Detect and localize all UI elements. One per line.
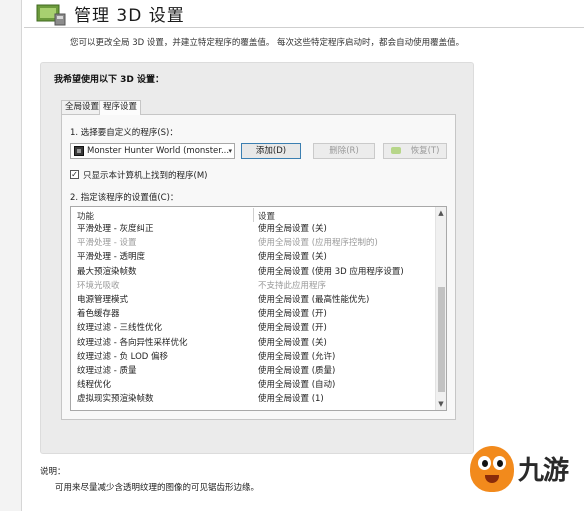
setting-cell[interactable]: 使用全局设置 (关)	[258, 250, 327, 264]
game-icon	[74, 146, 84, 156]
setting-cell[interactable]: 使用全局设置 (开)	[258, 321, 327, 335]
setting-cell[interactable]: 使用全局设置 (1)	[258, 392, 324, 406]
feature-cell: 纹理过滤 - 负 LOD 偏移	[77, 351, 169, 362]
setting-cell[interactable]: 使用全局设置 (质量)	[258, 364, 335, 378]
mascot-icon	[470, 446, 514, 492]
list-item[interactable]: 环境光吸收 不支持此应用程序	[71, 279, 435, 293]
restore-button[interactable]: 恢复(T)	[383, 143, 447, 159]
feature-cell: 线程优化	[77, 380, 112, 391]
setting-cell[interactable]: 使用全局设置 (最高性能优先)	[258, 293, 369, 307]
specify-settings-label: 2. 指定该程序的设置值(C)：	[70, 193, 179, 203]
list-item[interactable]: 最大预渲染帧数 使用全局设置 (使用 3D 应用程序设置)	[71, 265, 435, 279]
description-title: 说明：	[40, 467, 66, 477]
description-text: 可用来尽量减少含透明纹理的图像的可见锯齿形边缘。	[55, 483, 260, 493]
program-select-dropdown[interactable]: Monster Hunter World (monster... ▾	[70, 143, 235, 159]
restore-button-label: 恢复(T)	[410, 146, 440, 156]
3d-settings-icon	[36, 4, 66, 26]
list-item[interactable]: 纹理过滤 - 三线性优化 使用全局设置 (开)	[71, 321, 435, 335]
column-divider[interactable]	[253, 208, 254, 222]
show-local-programs-label: 只显示本计算机上找到的程序(M)	[83, 171, 208, 181]
nvidia-logo-icon	[390, 147, 401, 154]
feature-cell: 着色缓存器	[77, 309, 120, 320]
feature-cell: 环境光吸收	[77, 280, 120, 291]
feature-cell: 平滑处理 - 透明度	[77, 252, 145, 263]
left-navigation-strip	[0, 0, 22, 511]
chevron-down-icon: ▾	[228, 147, 232, 155]
scroll-up-icon[interactable]: ▲	[436, 208, 446, 218]
list-scrollbar[interactable]: ▲ ▼	[435, 207, 446, 410]
page-subtitle: 您可以更改全局 3D 设置，并建立特定程序的覆盖值。 每次这些特定程序启动时，都…	[70, 38, 465, 48]
list-item[interactable]: 着色缓存器 使用全局设置 (开)	[71, 307, 435, 321]
show-local-programs-checkbox[interactable]: ✓	[70, 170, 79, 179]
list-item[interactable]: 平滑处理 - 透明度 使用全局设置 (关)	[71, 250, 435, 264]
setting-cell[interactable]: 使用全局设置 (开)	[258, 307, 327, 321]
select-program-label: 1. 选择要自定义的程序(S)：	[70, 128, 178, 138]
page-title: 管理 3D 设置	[74, 6, 185, 26]
feature-cell: 平滑处理 - 灰度纠正	[77, 224, 154, 234]
watermark-logo: 九游	[470, 442, 582, 502]
scroll-down-icon[interactable]: ▼	[436, 399, 446, 409]
feature-cell: 平滑处理 - 设置	[77, 238, 137, 249]
scroll-thumb[interactable]	[438, 287, 445, 392]
setting-cell[interactable]: 使用全局设置 (关)	[258, 336, 327, 350]
panel-heading: 我希望使用以下 3D 设置：	[54, 75, 165, 85]
list-item[interactable]: 平滑处理 - 灰度纠正 使用全局设置 (关)	[71, 222, 435, 236]
column-header-setting[interactable]: 设置	[258, 210, 275, 222]
setting-cell[interactable]: 使用全局设置 (关)	[258, 222, 327, 236]
feature-cell: 纹理过滤 - 质量	[77, 366, 137, 376]
list-item[interactable]: 电源管理模式 使用全局设置 (最高性能优先)	[71, 293, 435, 307]
setting-cell[interactable]: 使用全局设置 (自动)	[258, 378, 335, 392]
feature-cell: 虚拟现实预渲染帧数	[77, 394, 154, 405]
header-divider	[24, 27, 584, 28]
setting-cell[interactable]: 不支持此应用程序	[258, 279, 326, 293]
list-item[interactable]: 纹理过滤 - 负 LOD 偏移 使用全局设置 (允许)	[71, 350, 435, 364]
setting-cell[interactable]: 使用全局设置 (允许)	[258, 350, 335, 364]
list-item[interactable]: 纹理过滤 - 各向异性采样优化 使用全局设置 (关)	[71, 336, 435, 350]
delete-program-button[interactable]: 删除(R)	[313, 143, 375, 159]
tab-program-settings[interactable]: 程序设置	[99, 100, 142, 115]
list-item[interactable]: 平滑处理 - 设置 使用全局设置 (应用程序控制的)	[71, 236, 435, 250]
list-header: 功能 设置	[71, 207, 435, 223]
tab-global-settings[interactable]: 全局设置	[61, 100, 104, 114]
feature-cell: 纹理过滤 - 三线性优化	[77, 323, 162, 334]
feature-cell: 纹理过滤 - 各向异性采样优化	[77, 337, 188, 348]
setting-cell[interactable]: 使用全局设置 (使用 3D 应用程序设置)	[258, 265, 404, 279]
add-program-button[interactable]: 添加(D)	[241, 143, 301, 159]
watermark-text: 九游	[518, 456, 569, 486]
list-item[interactable]: 纹理过滤 - 质量 使用全局设置 (质量)	[71, 364, 435, 378]
feature-cell: 最大预渲染帧数	[77, 266, 137, 277]
settings-list[interactable]: 功能 设置 平滑处理 - 灰度纠正 使用全局设置 (关) 平滑处理 - 设置 使用全局…	[70, 206, 447, 411]
column-header-feature[interactable]: 功能	[77, 210, 94, 222]
list-item[interactable]: 虚拟现实预渲染帧数 使用全局设置 (1)	[71, 392, 435, 406]
selected-program-text: Monster Hunter World (monster...	[87, 146, 230, 156]
list-item[interactable]: 线程优化 使用全局设置 (自动)	[71, 378, 435, 392]
feature-cell: 电源管理模式	[77, 295, 129, 305]
setting-cell[interactable]: 使用全局设置 (应用程序控制的)	[258, 236, 378, 250]
